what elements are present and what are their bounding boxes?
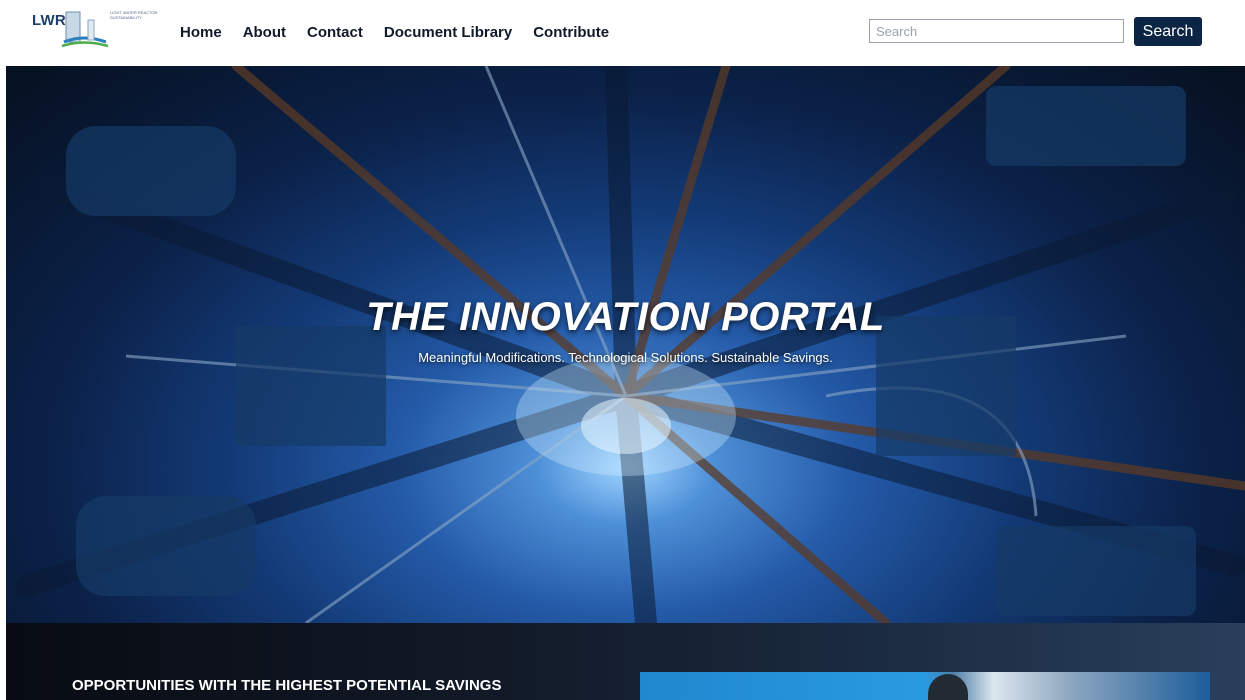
opportunities-section: OPPORTUNITIES WITH THE HIGHEST POTENTIAL… [6,623,1245,700]
hero-title: THE INNOVATION PORTAL [366,295,885,339]
logo-emblem-icon [61,11,109,48]
opportunities-image [640,672,1210,700]
nav-contact[interactable]: Contact [307,24,363,41]
opportunities-heading: OPPORTUNITIES WITH THE HIGHEST POTENTIAL… [72,677,502,694]
reactor-core-image [15,66,1245,623]
hero-banner: THE INNOVATION PORTAL Meaningful Modific… [6,66,1245,623]
top-navbar: LWRS LIGHT WATER REACTOR SUSTAINABILITY … [0,0,1245,66]
nav-document-library[interactable]: Document Library [384,24,512,41]
main-nav: Home About Contact Document Library Cont… [180,24,630,41]
search-button[interactable]: Search [1134,17,1202,46]
nav-about[interactable]: About [243,24,286,41]
hero-subtitle: Meaningful Modifications. Technological … [418,350,833,365]
worker-figure [928,674,968,700]
search-input[interactable] [869,19,1124,43]
lwrs-logo[interactable]: LWRS LIGHT WATER REACTOR SUSTAINABILITY [32,6,160,52]
nav-contribute[interactable]: Contribute [533,24,609,41]
nav-home[interactable]: Home [180,24,222,41]
logo-subtext: LIGHT WATER REACTOR SUSTAINABILITY [110,10,158,20]
